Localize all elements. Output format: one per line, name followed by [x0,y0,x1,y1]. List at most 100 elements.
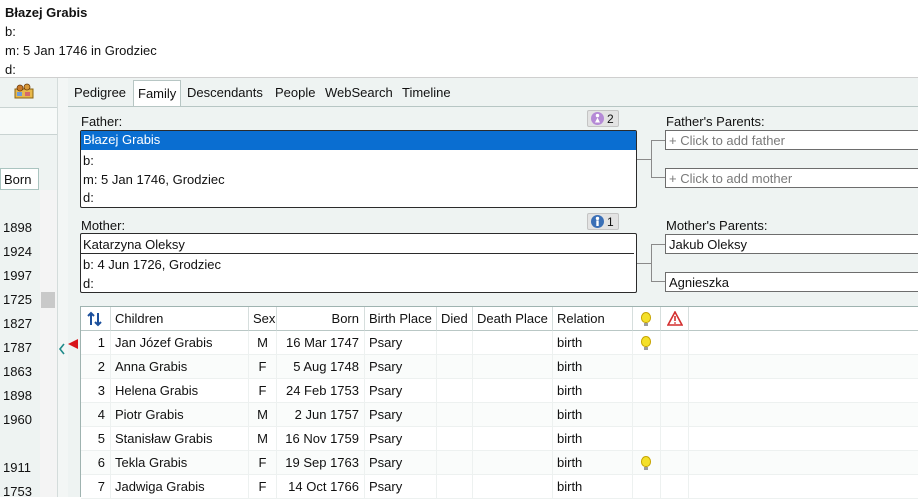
born-column-header[interactable]: Born [0,168,39,190]
children-grid[interactable]: Children Sex Born Birth Place Died Death… [80,306,918,499]
child-death-place [473,451,553,475]
child-born: 2 Jun 1757 [277,403,365,427]
warning-triangle-icon [667,311,683,326]
mother-spouse-count[interactable]: 1 [587,213,619,230]
child-hint-cell[interactable] [633,403,661,427]
left-scrollbar[interactable] [40,190,57,497]
splitter[interactable] [58,78,68,497]
child-problem-cell [661,475,689,499]
year-cell: 1863 [3,364,32,379]
column-header-filler [689,307,918,331]
child-number: 4 [81,403,111,427]
child-sex: F [249,379,277,403]
tab-pedigree[interactable]: Pedigree [70,80,130,106]
mothers-mother-name: Agnieszka [669,275,729,290]
child-birth-place: Psary [365,331,437,355]
add-father-field[interactable]: + Click to add father [665,130,918,150]
hint-bulb-icon[interactable] [641,336,651,350]
child-death-place [473,475,553,499]
family-group-icon[interactable] [14,83,34,102]
column-header-death-place[interactable]: Death Place [473,307,553,331]
column-header-hints[interactable] [633,307,661,331]
mother-name-divider [81,253,634,254]
year-cell: 1924 [3,244,32,259]
tab-people[interactable]: People [271,80,319,106]
column-header-birth-place[interactable]: Birth Place [365,307,437,331]
year-cell: 1898 [3,220,32,235]
year-cell: 1997 [3,268,32,283]
child-relation: birth [553,451,633,475]
left-scrollbar-thumb[interactable] [41,292,55,308]
male-person-icon [591,215,604,228]
child-row[interactable]: 6 Tekla Grabis F 19 Sep 1763 Psary birth [81,451,918,475]
mother-box[interactable]: Katarzyna Oleksy b: 4 Jun 1726, Grodziec… [80,233,637,293]
hint-bulb-icon[interactable] [641,456,651,470]
mother-died: d: [83,276,94,291]
child-hint-cell[interactable] [633,355,661,379]
child-relation: birth [553,403,633,427]
column-header-born[interactable]: Born [277,307,365,331]
mothers-father-field[interactable]: Jakub Oleksy [665,234,918,254]
left-toolbar-divider [0,107,57,135]
sort-children-button[interactable] [81,307,111,331]
child-row[interactable]: 5 Stanisław Grabis M 16 Nov 1759 Psary birth [81,427,918,451]
tab-family[interactable]: Family [133,80,182,107]
child-died [437,451,473,475]
father-died: d: [83,190,94,205]
tab-descendants[interactable]: Descendants [183,80,267,106]
column-header-sex[interactable]: Sex [249,307,277,331]
child-name: Jadwiga Grabis [111,475,249,499]
column-header-died[interactable]: Died [437,307,473,331]
child-hint-cell[interactable] [633,379,661,403]
child-birth-place: Psary [365,427,437,451]
child-hint-cell[interactable] [633,331,661,355]
tab-timeline[interactable]: Timeline [398,80,455,106]
view-tabs: Pedigree Family Descendants People WebSe… [68,80,918,107]
child-relation: birth [553,475,633,499]
child-born: 24 Feb 1753 [277,379,365,403]
child-death-place [473,331,553,355]
year-cell: 1725 [3,292,32,307]
child-hint-cell[interactable] [633,451,661,475]
child-number: 7 [81,475,111,499]
child-row[interactable]: 4 Piotr Grabis M 2 Jun 1757 Psary birth [81,403,918,427]
collapse-chevron-icon[interactable] [58,342,66,359]
tab-websearch[interactable]: WebSearch [321,80,397,106]
column-header-children[interactable]: Children [111,307,249,331]
child-row[interactable]: 7 Jadwiga Grabis F 14 Oct 1766 Psary birth [81,475,918,499]
person-married: m: 5 Jan 1746 in Grodziec [5,43,157,58]
father-label: Father: [81,114,123,129]
father-name[interactable]: Błazej Grabis [81,131,636,150]
column-header-problems[interactable] [661,307,689,331]
fathers-parents-connector [651,140,665,178]
father-spouse-count[interactable]: 2 [587,110,619,127]
child-birth-place: Psary [365,451,437,475]
add-father-placeholder: + Click to add father [669,133,785,148]
father-box[interactable]: Błazej Grabis b: m: 5 Jan 1746, Grodziec… [80,130,637,208]
mother-name[interactable]: Katarzyna Oleksy [83,237,185,252]
column-header-relation[interactable]: Relation [553,307,633,331]
current-row-arrow-icon [68,337,79,352]
child-birth-place: Psary [365,355,437,379]
child-death-place [473,403,553,427]
child-name: Helena Grabis [111,379,249,403]
child-birth-place: Psary [365,403,437,427]
child-born: 16 Mar 1747 [277,331,365,355]
mothers-father-name: Jakub Oleksy [669,237,748,252]
child-row[interactable]: 1 Jan Józef Grabis M 16 Mar 1747 Psary birth [81,331,918,355]
fathers-parents-label: Father's Parents: [666,114,765,129]
year-cell: 1960 [3,412,32,427]
child-sex: F [249,355,277,379]
child-hint-cell[interactable] [633,475,661,499]
child-hint-cell[interactable] [633,427,661,451]
child-row[interactable]: 2 Anna Grabis F 5 Aug 1748 Psary birth [81,355,918,379]
child-died [437,355,473,379]
mothers-parents-label: Mother's Parents: [666,218,768,233]
mothers-mother-field[interactable]: Agnieszka [665,272,918,292]
add-mother-field[interactable]: + Click to add mother [665,168,918,188]
female-person-icon [591,112,604,125]
born-years-list[interactable]: 1898 1924 1997 1725 1827 1787 1863 1898 … [0,190,40,499]
year-cell: 1827 [3,316,32,331]
sort-arrows-icon [87,311,102,327]
child-row[interactable]: 3 Helena Grabis F 24 Feb 1753 Psary birth [81,379,918,403]
